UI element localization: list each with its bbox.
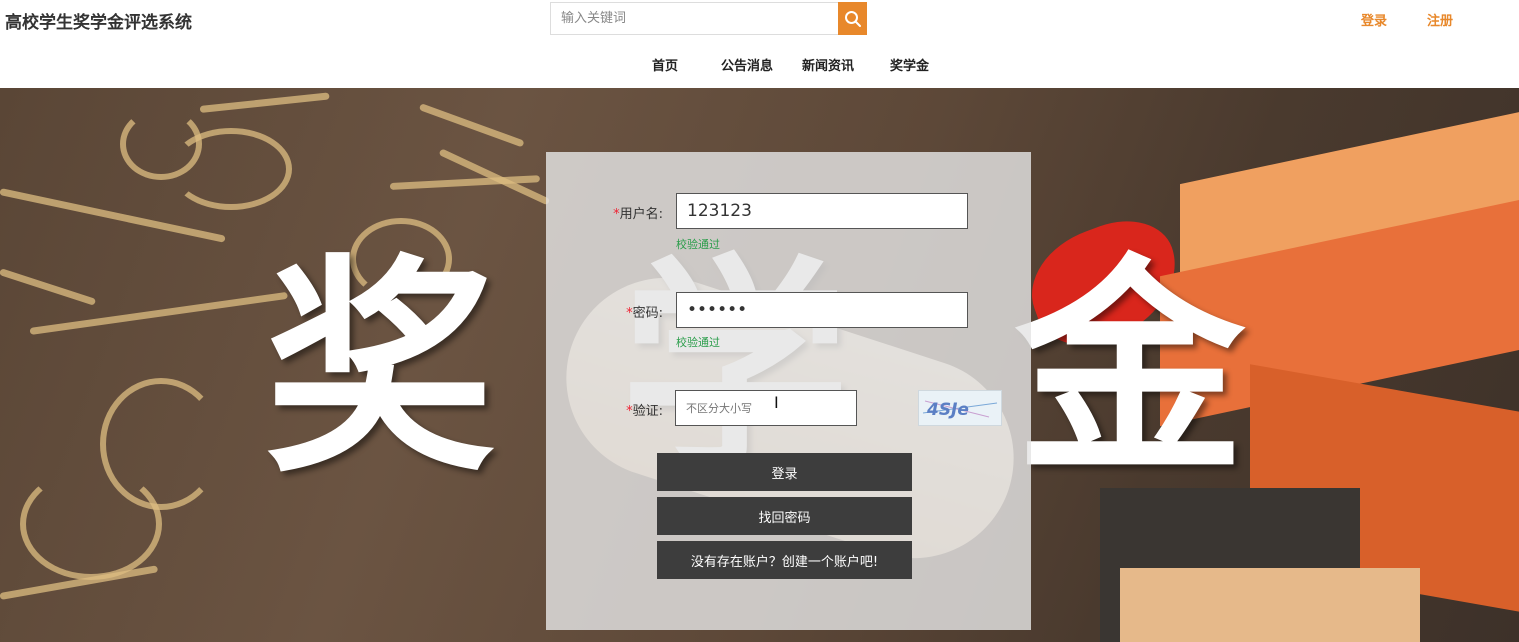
username-input[interactable] bbox=[676, 193, 968, 229]
nav-item-scholarship[interactable]: 奖学金 bbox=[890, 55, 929, 74]
nav-item-news[interactable]: 新闻资讯 bbox=[802, 55, 854, 74]
hero-char-3: 金 bbox=[1015, 237, 1246, 504]
nav-item-home[interactable]: 首页 bbox=[652, 55, 678, 74]
nav-item-notice[interactable]: 公告消息 bbox=[721, 55, 773, 74]
header-register-link[interactable]: 注册 bbox=[1427, 10, 1453, 29]
password-label: *密码: bbox=[626, 306, 663, 321]
search-bar bbox=[550, 2, 867, 35]
captcha-image[interactable]: 4SJe bbox=[918, 390, 1002, 426]
chalk-doodle bbox=[29, 291, 288, 335]
text-cursor-icon: I bbox=[774, 393, 779, 412]
username-hint: 校验通过 bbox=[676, 238, 720, 251]
captcha-graphic: 4SJe bbox=[922, 400, 998, 420]
search-icon bbox=[844, 10, 861, 27]
login-panel: *用户名: 校验通过 *密码: 校验通过 *验证: 4SJe 登录 找回密码 没… bbox=[546, 152, 1031, 630]
login-button[interactable]: 登录 bbox=[657, 453, 912, 491]
hero-char-1: 奖 bbox=[265, 237, 496, 504]
captcha-input[interactable] bbox=[675, 390, 857, 426]
password-hint: 校验通过 bbox=[676, 336, 720, 349]
search-input[interactable] bbox=[550, 2, 838, 35]
chalk-doodle bbox=[0, 268, 97, 306]
recover-password-button[interactable]: 找回密码 bbox=[657, 497, 912, 535]
captcha-text: 4SJe bbox=[926, 400, 969, 420]
chalk-doodle bbox=[199, 92, 330, 113]
chalk-doodle bbox=[20, 468, 162, 580]
create-account-button[interactable]: 没有存在账户？创建一个账户吧! bbox=[657, 541, 912, 579]
password-input[interactable] bbox=[676, 292, 968, 328]
book bbox=[1120, 568, 1420, 642]
search-button[interactable] bbox=[838, 2, 867, 35]
captcha-label: *验证: bbox=[626, 404, 663, 419]
header-login-link[interactable]: 登录 bbox=[1361, 10, 1387, 29]
main-nav: 首页 公告消息 新闻资讯 奖学金 bbox=[0, 55, 1519, 75]
site-title: 高校学生奖学金评选系统 bbox=[5, 13, 192, 33]
chalk-doodle bbox=[170, 128, 292, 210]
username-label: *用户名: bbox=[613, 207, 663, 222]
chalk-doodle bbox=[418, 103, 525, 148]
